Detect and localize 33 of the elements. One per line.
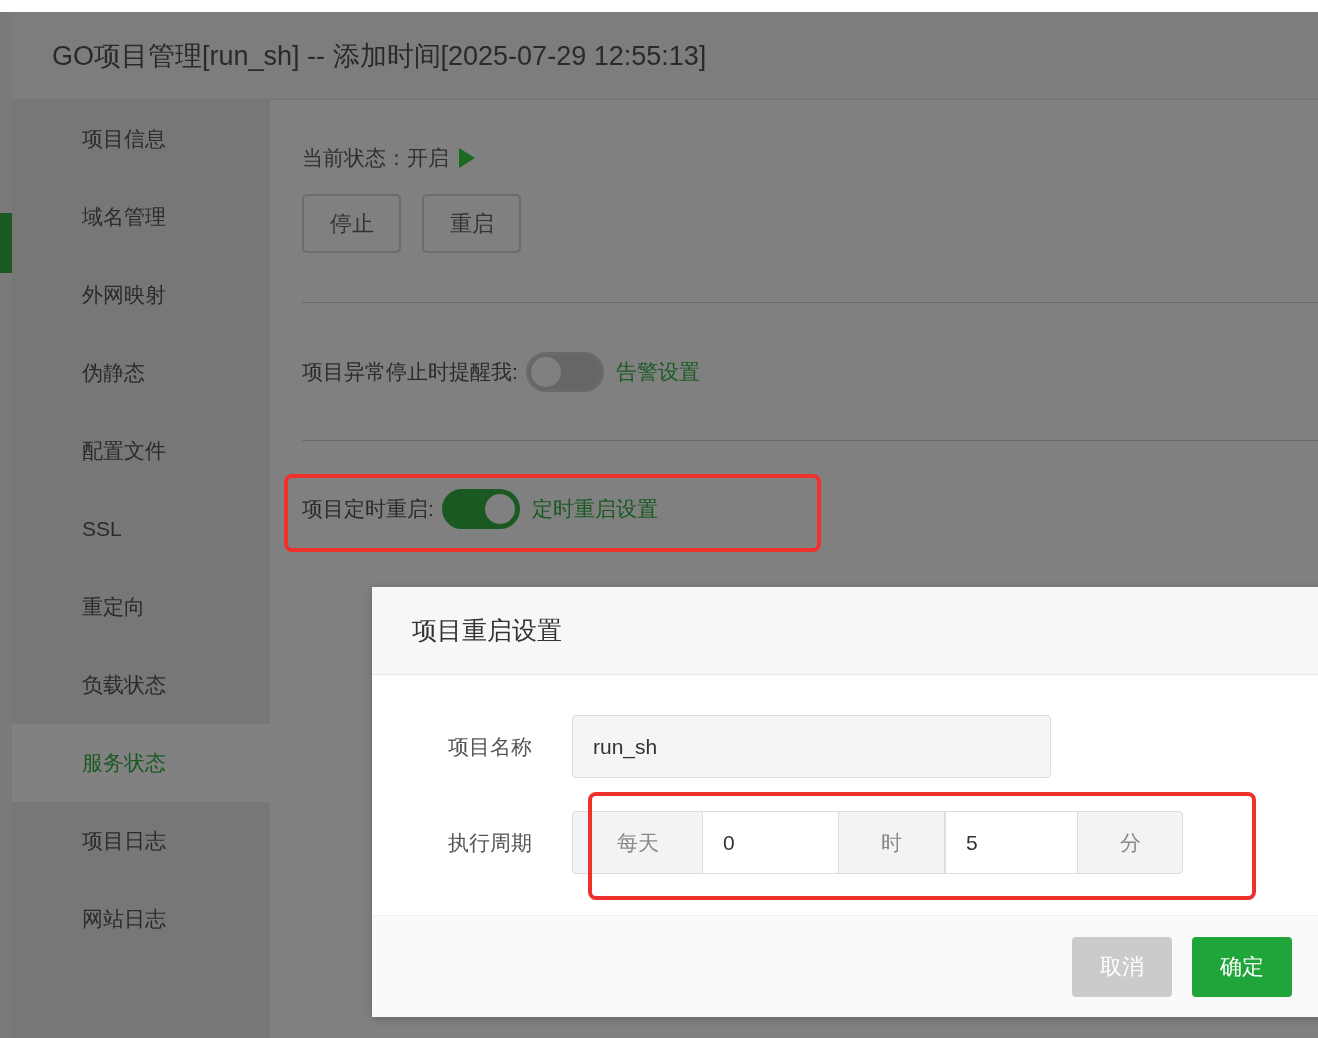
field-label: 项目名称	[447, 733, 533, 760]
window-title: GO项目管理[run_sh] -- 添加时间[2025-07-29 12:55:13]	[52, 39, 707, 73]
action-button[interactable]: 重启	[422, 194, 521, 253]
input-field[interactable]: 5	[945, 811, 1077, 874]
sidebar-item[interactable]: SSL	[82, 517, 122, 541]
input-field[interactable]: run_sh	[572, 715, 1051, 778]
status-value: 开启	[407, 145, 449, 171]
unit-label: 分	[1077, 811, 1183, 874]
input-field[interactable]: 0	[703, 811, 838, 874]
button-edge[interactable]	[0, 213, 12, 273]
sidebar-item[interactable]: 重定向	[82, 593, 145, 621]
sidebar-item[interactable]: 伪静态	[82, 359, 145, 387]
unit-label: 时	[838, 811, 945, 874]
sidebar-item[interactable]: 项目信息	[82, 125, 166, 153]
field-label: 执行周期	[447, 829, 533, 856]
alert-settings-link[interactable]: 告警设置	[615, 358, 700, 386]
toggle-switch[interactable]	[525, 352, 604, 392]
sidebar-item[interactable]: 网站日志	[82, 905, 166, 933]
modal-title: 项目重启设置	[412, 615, 562, 646]
toggle-switch[interactable]	[441, 489, 520, 529]
period-select[interactable]: 每天	[572, 811, 703, 874]
sidebar-item[interactable]: 服务状态	[82, 749, 166, 777]
action-button[interactable]: 停止	[302, 194, 401, 253]
sidebar-item[interactable]: 域名管理	[82, 203, 166, 231]
sidebar-item[interactable]: 外网映射	[82, 281, 166, 309]
confirm-button[interactable]: 确定	[1192, 936, 1292, 997]
sidebar-item[interactable]: 配置文件	[82, 437, 166, 465]
status-label: 当前状态：	[302, 145, 407, 171]
sidebar-item[interactable]: 负载状态	[82, 671, 166, 699]
setting-label: 项目定时重启:	[302, 496, 434, 522]
restart-settings-link[interactable]: 定时重启设置	[531, 495, 658, 523]
sidebar-item[interactable]: 项目日志	[82, 827, 166, 855]
setting-label: 项目异常停止时提醒我:	[302, 359, 518, 385]
